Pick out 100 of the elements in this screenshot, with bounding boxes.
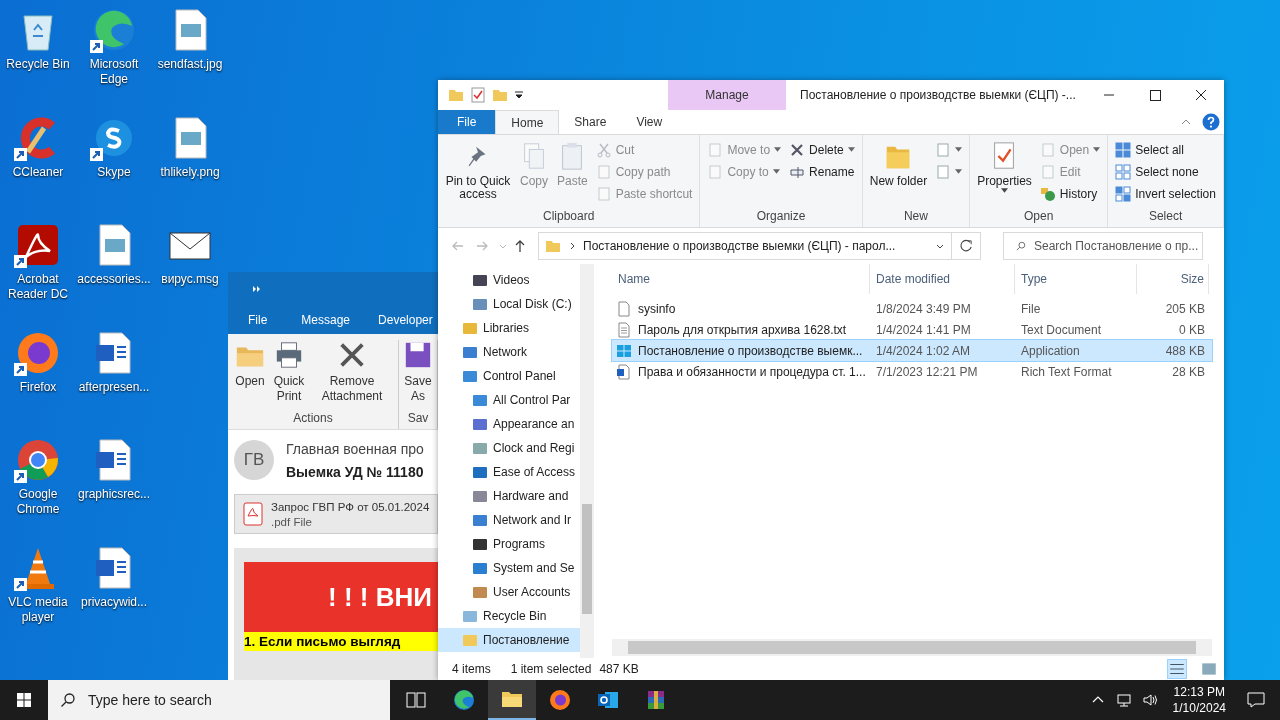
search-field[interactable]: Search Постановление о пр... — [1003, 232, 1203, 260]
desktop-icon[interactable]: privacywid... — [76, 543, 152, 651]
group-label: Open — [1023, 209, 1055, 225]
desktop-icon[interactable]: CCleaner — [0, 113, 76, 221]
remove-attachment-button[interactable]: Remove Attachment — [310, 340, 394, 409]
manage-tab[interactable]: Manage — [668, 80, 786, 110]
ribbon-button[interactable]: Rename — [786, 161, 858, 182]
scissors-icon — [595, 141, 612, 158]
nav-item[interactable]: Control Panel — [438, 364, 580, 388]
column-header[interactable]: Size — [1137, 264, 1209, 294]
ribbon-tab[interactable]: Message — [283, 313, 361, 327]
nav-item[interactable]: Network and Ir — [438, 508, 580, 532]
ribbon-button[interactable]: History — [1036, 183, 1104, 204]
ribbon-tab[interactable]: Share — [559, 110, 622, 134]
dropdown-icon[interactable] — [514, 90, 524, 100]
attachment-card[interactable]: Запрос ГВП РФ от 05.01.2024 .pdf File — [234, 494, 438, 534]
ribbon-button[interactable]: Pin to Quick access — [442, 139, 514, 209]
nav-item[interactable]: Hardware and — [438, 484, 580, 508]
search-field[interactable]: Type here to search — [48, 680, 390, 720]
ribbon-button[interactable]: Properties — [974, 139, 1035, 209]
caret-icon — [1001, 188, 1008, 193]
desktop-icon[interactable]: Recycle Bin — [0, 6, 76, 114]
nav-item[interactable]: Постановление — [438, 628, 580, 652]
desktop-icon[interactable]: вирус.msg — [152, 221, 228, 329]
desktop-icon[interactable]: Firefox — [0, 328, 76, 436]
type-cell-text: File — [1020, 301, 1042, 316]
ribbon-button[interactable]: New folder — [866, 139, 931, 209]
desktop-icon[interactable]: afterpresen... — [76, 328, 152, 436]
size-cell-text: 205 KB — [1164, 301, 1206, 316]
desktop-icon[interactable]: accessories... — [76, 221, 152, 329]
file-row[interactable]: Права и обязанности и процедура ст. 1... 7/1/2023 12:21 PM Rich Text Format 28 KB — [612, 361, 1212, 382]
date-cell-text: 1/8/2024 3:49 PM — [875, 301, 972, 316]
desktop-icon[interactable]: Microsoft Edge — [76, 6, 152, 114]
date-cell-text: 1/4/2024 1:41 PM — [875, 322, 972, 337]
nav-item[interactable]: Recycle Bin — [438, 604, 580, 628]
checklist-icon[interactable] — [470, 87, 486, 103]
desktop-icon[interactable]: thlikely.png — [152, 113, 228, 221]
group-label: Select — [1147, 209, 1184, 225]
ribbon-button[interactable]: Delete — [786, 139, 858, 160]
page-icon — [935, 163, 952, 180]
open-button[interactable]: Open — [232, 340, 268, 409]
details-view-icon[interactable] — [1168, 660, 1186, 678]
size-cell-text: 28 KB — [1171, 364, 1206, 379]
file-explorer-button[interactable] — [488, 680, 536, 720]
volume-icon[interactable] — [1141, 692, 1158, 708]
desktop-icon[interactable]: Google Chrome — [0, 436, 76, 544]
warning-text: 1. Если письмо выгляд — [244, 632, 438, 651]
nav-item[interactable]: Local Disk (C:) — [438, 292, 580, 316]
notifications-icon[interactable] — [1246, 690, 1266, 710]
pdf-file-icon — [243, 502, 263, 526]
clock-date[interactable]: 1/10/2024 — [1172, 700, 1226, 716]
refresh-icon[interactable] — [951, 232, 981, 260]
desktop-icon[interactable]: graphicsrec... — [76, 436, 152, 544]
nav-item[interactable]: Appearance an — [438, 412, 580, 436]
ribbon-tab[interactable]: File — [228, 313, 284, 327]
nav-item[interactable]: All Control Par — [438, 388, 580, 412]
help-icon[interactable] — [1202, 113, 1220, 131]
address-bar[interactable]: Постановление о производстве выемки (ЄЦП) - парол... — [538, 232, 952, 260]
ribbon-button[interactable]: Invert selection — [1112, 183, 1219, 204]
file-row[interactable]: sysinfo 1/8/2024 3:49 PM File 205 KB — [612, 298, 1212, 319]
item-count: 4 items — [452, 662, 491, 676]
ribbon-tab[interactable]: File — [438, 110, 496, 134]
print-button[interactable]: Quick Print — [268, 340, 310, 409]
desktop-icon[interactable]: Skype — [76, 113, 152, 221]
column-header[interactable]: Type — [1015, 264, 1137, 294]
column-header[interactable]: Date modified — [870, 264, 1015, 294]
nav-item[interactable]: System and Se — [438, 556, 580, 580]
scrollbar[interactable] — [580, 264, 594, 658]
scrollbar[interactable] — [612, 639, 1212, 656]
document-icon — [616, 363, 632, 380]
caret-icon — [1093, 147, 1101, 152]
ribbon-button[interactable]: Select all — [1112, 139, 1219, 160]
desktop-icon[interactable]: VLC media player — [0, 543, 76, 651]
desktop-icon[interactable]: Acrobat Reader DC — [0, 221, 76, 329]
ribbon-tab[interactable]: View — [621, 110, 678, 134]
nav-item[interactable]: Clock and Regi — [438, 436, 580, 460]
nav-item[interactable]: Libraries — [438, 316, 580, 340]
clock-time[interactable]: 12:13 PM — [1173, 684, 1225, 700]
nav-item[interactable]: Videos — [438, 268, 580, 292]
nav-item[interactable]: User Accounts — [438, 580, 580, 604]
text-file-icon — [616, 321, 632, 338]
message-subject: Выемка УД № 11180 — [286, 463, 424, 480]
date-cell-text: 7/1/2023 12:21 PM — [875, 364, 979, 379]
nav-item[interactable]: Network — [438, 340, 580, 364]
page-icon — [595, 185, 612, 202]
caret-icon — [772, 169, 780, 174]
save-as-button[interactable]: Save As — [403, 340, 433, 409]
ribbon-tab[interactable]: Developer — [360, 313, 438, 327]
file-row[interactable]: Пароль для открытия архива 1628.txt 1/4/2024 1:41 PM Text Document 0 KB — [612, 319, 1212, 340]
nav-item[interactable]: Programs — [438, 532, 580, 556]
file-row[interactable]: Постановление о производстве выемк... 1/4/2024 1:02 AM Application 488 KB — [612, 340, 1212, 361]
caret-icon — [955, 169, 963, 174]
ribbon-button[interactable]: Select none — [1112, 161, 1219, 182]
column-header[interactable]: Name — [612, 264, 870, 294]
desktop-icon[interactable]: sendfast.jpg — [152, 6, 228, 114]
group-label: Organize — [755, 209, 807, 225]
more-commands-icon[interactable] — [252, 285, 262, 293]
ribbon-tab[interactable]: Home — [495, 110, 560, 134]
nav-item[interactable]: Ease of Access — [438, 460, 580, 484]
search-icon — [1016, 241, 1026, 251]
